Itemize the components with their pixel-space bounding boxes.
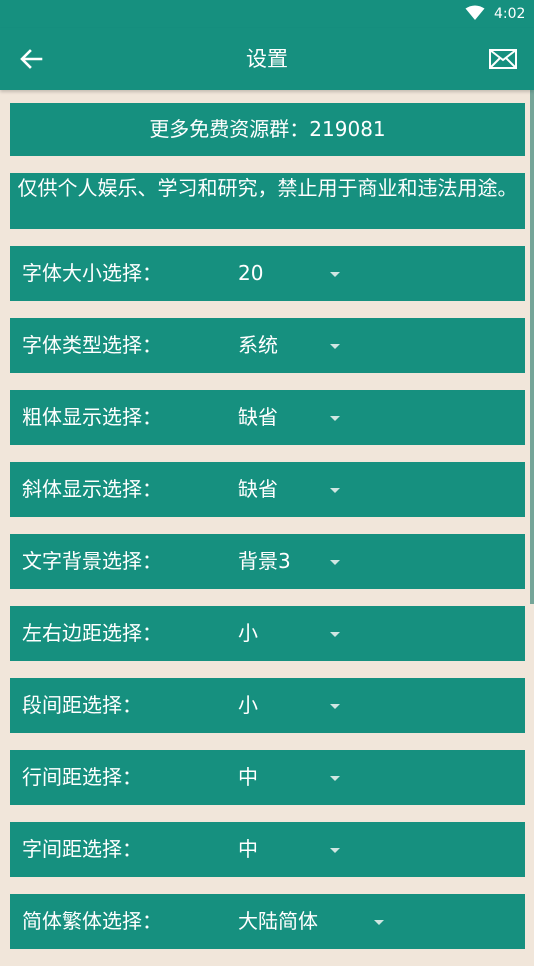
caret-down-icon[interactable] [330, 704, 340, 709]
script-variant-setting[interactable]: 简体繁体选择： 大陆简体 [10, 894, 525, 949]
settings-list: 更多免费资源群：219081 仅供个人娱乐、学习和研究，禁止用于商业和违法用途。… [10, 103, 525, 966]
side-margin-setting[interactable]: 左右边距选择： 小 [10, 606, 525, 661]
font-type-setting[interactable]: 字体类型选择： 系统 [10, 318, 525, 373]
letter-spacing-setting[interactable]: 字间距选择： 中 [10, 822, 525, 877]
caret-down-icon[interactable] [330, 776, 340, 781]
wifi-icon [465, 5, 485, 20]
setting-label: 斜体显示选择： [22, 477, 162, 501]
scrollbar[interactable] [530, 90, 534, 604]
page-title: 设置 [246, 47, 288, 71]
setting-label: 行间距选择： [22, 765, 142, 789]
status-bar: 4:02 [0, 0, 534, 28]
setting-label: 左右边距选择： [22, 621, 162, 645]
setting-label: 段间距选择： [22, 693, 142, 717]
setting-label: 字体大小选择： [22, 261, 162, 285]
setting-value[interactable]: 缺省 [238, 462, 278, 517]
setting-label: 字间距选择： [22, 837, 142, 861]
resource-group-banner: 更多免费资源群：219081 [10, 103, 525, 156]
setting-value[interactable]: 中 [238, 750, 258, 805]
italic-setting[interactable]: 斜体显示选择： 缺省 [10, 462, 525, 517]
setting-value[interactable]: 小 [238, 678, 258, 733]
paragraph-spacing-setting[interactable]: 段间距选择： 小 [10, 678, 525, 733]
caret-down-icon[interactable] [330, 344, 340, 349]
setting-value[interactable]: 背景3 [238, 534, 291, 589]
setting-value[interactable]: 中 [238, 822, 258, 877]
caret-down-icon[interactable] [330, 848, 340, 853]
line-spacing-setting[interactable]: 行间距选择： 中 [10, 750, 525, 805]
setting-label: 简体繁体选择： [22, 909, 162, 933]
status-time: 4:02 [494, 6, 526, 22]
caret-down-icon[interactable] [330, 488, 340, 493]
text-background-setting[interactable]: 文字背景选择： 背景3 [10, 534, 525, 589]
caret-down-icon[interactable] [330, 272, 340, 277]
disclaimer-banner: 仅供个人娱乐、学习和研究，禁止用于商业和违法用途。 [10, 173, 525, 229]
setting-value[interactable]: 系统 [238, 318, 278, 373]
setting-label: 字体类型选择： [22, 333, 162, 357]
setting-value[interactable]: 大陆简体 [238, 894, 318, 949]
setting-label: 粗体显示选择： [22, 405, 162, 429]
mail-icon[interactable] [489, 49, 517, 69]
setting-value[interactable]: 小 [238, 606, 258, 661]
setting-value[interactable]: 缺省 [238, 390, 278, 445]
app-bar: 设置 [0, 28, 534, 90]
caret-down-icon[interactable] [374, 920, 384, 925]
setting-value[interactable]: 20 [238, 246, 263, 301]
caret-down-icon[interactable] [330, 632, 340, 637]
font-size-setting[interactable]: 字体大小选择： 20 [10, 246, 525, 301]
caret-down-icon[interactable] [330, 416, 340, 421]
bold-setting[interactable]: 粗体显示选择： 缺省 [10, 390, 525, 445]
setting-label: 文字背景选择： [22, 549, 162, 573]
caret-down-icon[interactable] [330, 560, 340, 565]
